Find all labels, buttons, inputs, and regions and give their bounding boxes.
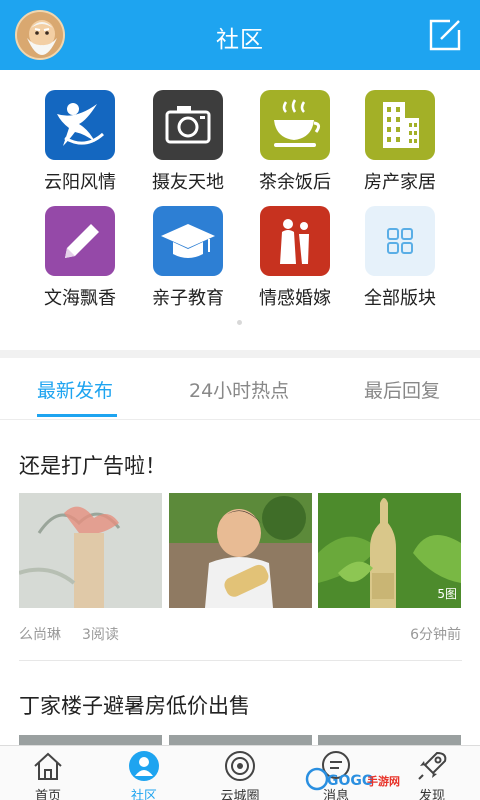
category-chayu-fanhou[interactable]: 茶余饭后 — [240, 70, 350, 193]
category-wenhai-piaoxiang[interactable]: 文海飘香 — [25, 186, 135, 309]
grid-icon — [365, 206, 435, 276]
category-all-boards[interactable]: 全部版块 — [345, 186, 455, 309]
category-label: 情感婚嫁 — [259, 288, 331, 309]
active-tab-indicator — [37, 414, 117, 417]
tab-latest[interactable]: 最新发布 — [37, 376, 113, 403]
home-icon — [34, 752, 62, 780]
post-image[interactable] — [169, 735, 312, 745]
post-image[interactable] — [318, 735, 461, 745]
post-read-count: 3阅读 — [82, 627, 119, 643]
category-qinzi-jiaoyu[interactable]: 亲子教育 — [133, 186, 243, 309]
category-grid: 云阳风情 摄友天地 茶余饭后 房产家居 文海飘香 亲子教育 情感婚嫁 全部版块 — [0, 70, 480, 350]
image-count-badge: 5图 — [437, 587, 457, 601]
dancer-icon — [45, 90, 115, 160]
post-title[interactable]: 丁家楼子避暑房低价出售 — [19, 690, 250, 720]
couple-icon — [260, 206, 330, 276]
category-sheyou-tiandi[interactable]: 摄友天地 — [133, 70, 243, 193]
community-icon — [129, 751, 159, 781]
pencil-icon — [45, 206, 115, 276]
tab-24h-hot[interactable]: 24小时热点 — [189, 376, 289, 403]
top-bar: 社区 — [0, 0, 480, 70]
category-label: 文海飘香 — [44, 288, 116, 309]
building-icon — [365, 90, 435, 160]
section-divider — [0, 350, 480, 358]
category-label: 全部版块 — [364, 288, 436, 309]
feed-tabs: 最新发布 24小时热点 最后回复 — [0, 358, 480, 420]
post-title[interactable]: 还是打广告啦！ — [19, 450, 166, 480]
nav-community[interactable]: 社区 — [96, 746, 192, 800]
nav-home[interactable]: 首页 — [0, 746, 96, 800]
circle-icon — [225, 751, 255, 781]
post-image[interactable] — [19, 493, 162, 608]
category-qinggan-hunjia[interactable]: 情感婚嫁 — [240, 186, 350, 309]
category-fangchan-jiaju[interactable]: 房产家居 — [345, 70, 455, 193]
nav-yuncheng-circle[interactable]: 云城圈 — [192, 746, 288, 800]
rocket-icon — [418, 751, 447, 780]
tea-cup-icon — [260, 90, 330, 160]
nav-label: 社区 — [130, 789, 157, 800]
svg-text:手游网: 手游网 — [367, 774, 400, 788]
nav-label: 首页 — [34, 789, 61, 800]
compose-button[interactable] — [428, 18, 462, 52]
post-time: 6分钟前 — [410, 627, 461, 643]
category-label: 亲子教育 — [152, 288, 224, 309]
bottom-nav: 首页 社区 云城圈 消息 发现 — [0, 745, 480, 800]
post-image[interactable] — [19, 735, 162, 745]
category-yunyang-fengqing[interactable]: 云阳风情 — [25, 70, 135, 193]
post-author[interactable]: 么尚琳 — [19, 624, 61, 644]
tab-last-reply[interactable]: 最后回复 — [364, 376, 440, 403]
camera-icon — [153, 90, 223, 160]
post-divider — [19, 660, 462, 661]
post-image[interactable]: 5图 — [318, 493, 461, 608]
page-title: 社区 — [216, 27, 264, 53]
graduation-cap-icon — [153, 206, 223, 276]
watermark-logo: GOGO 手游网 — [305, 766, 401, 792]
page-indicator — [237, 320, 242, 325]
nav-label: 云城圈 — [220, 789, 260, 800]
post-image[interactable] — [169, 493, 312, 608]
edit-icon — [429, 19, 461, 51]
